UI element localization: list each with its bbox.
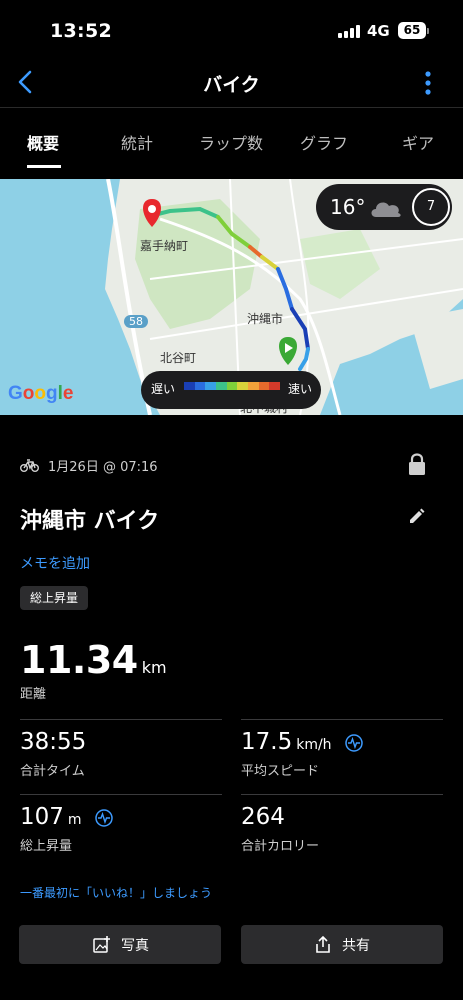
speed-color-swatch bbox=[269, 382, 281, 390]
pulse-chart-icon[interactable] bbox=[345, 733, 363, 752]
tab-stats[interactable]: 統計 bbox=[121, 130, 153, 154]
add-photo-button[interactable]: 写真 bbox=[19, 925, 221, 964]
map-label-okinawa: 沖縄市 bbox=[247, 312, 284, 326]
tab-bar: 概要 統計 ラップ数 グラフ ギア bbox=[0, 110, 463, 170]
avg-speed-label: 平均スピード bbox=[241, 764, 320, 779]
lock-icon[interactable] bbox=[407, 452, 427, 476]
tab-overview[interactable]: 概要 bbox=[27, 130, 59, 154]
ascent-tag[interactable]: 総上昇量 bbox=[20, 586, 89, 610]
tab-graph[interactable]: グラフ bbox=[300, 130, 348, 154]
calories-label: 合計カロリー bbox=[241, 839, 320, 854]
speed-color-swatch bbox=[237, 382, 249, 390]
speed-color-swatch bbox=[248, 382, 259, 390]
battery-tip bbox=[427, 28, 429, 34]
add-photo-label: 写真 bbox=[121, 938, 149, 954]
share-label: 共有 bbox=[342, 938, 370, 954]
pulse-chart-icon[interactable] bbox=[95, 808, 113, 827]
speed-color-swatch bbox=[194, 382, 206, 390]
ascent-value: 107 bbox=[20, 804, 64, 830]
clock: 13:52 bbox=[50, 20, 112, 42]
active-tab-indicator bbox=[27, 165, 61, 168]
speed-color-swatch bbox=[216, 382, 227, 390]
legend-fast-label: 速い bbox=[288, 382, 313, 396]
pencil-icon[interactable] bbox=[407, 507, 426, 526]
distance-value: 11.34 bbox=[20, 638, 138, 682]
divider bbox=[241, 719, 443, 720]
bike-icon bbox=[20, 459, 39, 472]
add-memo-link[interactable]: メモを追加 bbox=[20, 553, 90, 573]
share-button[interactable]: 共有 bbox=[241, 925, 443, 964]
speed-color-swatch bbox=[226, 382, 238, 390]
speed-color-scale bbox=[184, 382, 281, 390]
speed-color-swatch bbox=[205, 382, 217, 390]
divider bbox=[20, 719, 222, 720]
cloud-icon bbox=[371, 202, 401, 217]
ascent-unit: m bbox=[67, 812, 82, 828]
network-type: 4G bbox=[367, 22, 390, 40]
map-label-chatan: 北谷町 bbox=[160, 351, 197, 365]
divider bbox=[241, 794, 443, 795]
divider bbox=[20, 794, 222, 795]
activity-name: 沖縄市 バイク bbox=[20, 509, 160, 534]
legend-slow-label: 遅い bbox=[151, 382, 176, 396]
status-bar: 13:52 4G 65 bbox=[0, 0, 463, 60]
route-58-badge: 58 bbox=[124, 315, 148, 328]
tab-laps[interactable]: ラップ数 bbox=[199, 130, 263, 154]
activity-date: 1月26日 @ 07:16 bbox=[48, 460, 158, 475]
more-vertical-icon[interactable] bbox=[420, 70, 436, 96]
wind-speed-dial: 7 bbox=[412, 188, 450, 226]
calories-value: 264 bbox=[241, 804, 285, 830]
distance-stat: 11.34 km bbox=[20, 638, 167, 682]
avg-speed-unit: km/h bbox=[296, 737, 332, 753]
page-title: バイク bbox=[203, 74, 260, 96]
avg-speed-value: 17.5 bbox=[241, 729, 293, 755]
google-logo: Google bbox=[8, 383, 74, 404]
time-label: 合計タイム bbox=[20, 764, 85, 779]
add-photo-icon bbox=[93, 936, 110, 953]
ascent-label: 総上昇量 bbox=[20, 839, 73, 854]
tab-gear[interactable]: ギア bbox=[402, 130, 434, 154]
speed-color-swatch bbox=[258, 382, 270, 390]
temperature: 16° bbox=[330, 195, 366, 219]
time-value: 38:55 bbox=[20, 729, 87, 755]
map-label-kadena: 嘉手納町 bbox=[140, 239, 189, 253]
distance-unit: km bbox=[141, 658, 167, 677]
distance-label: 距離 bbox=[20, 687, 47, 702]
nav-header: バイク bbox=[0, 60, 463, 108]
speed-color-swatch bbox=[184, 382, 195, 390]
share-icon bbox=[316, 936, 330, 953]
battery-icon: 65 bbox=[398, 22, 426, 39]
like-prompt-link[interactable]: 一番最初に「いいね！」しましょう bbox=[20, 884, 212, 901]
cell-signal-icon bbox=[338, 25, 360, 38]
